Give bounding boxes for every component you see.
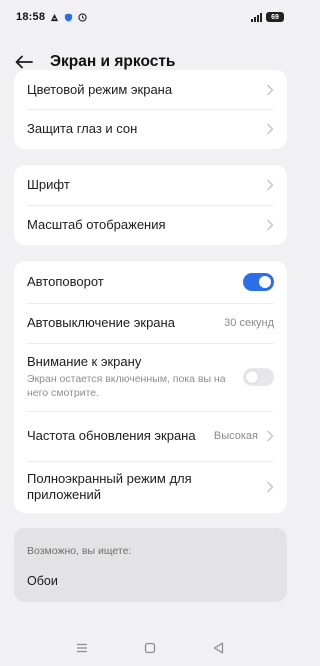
row-label: Защита глаз и сон xyxy=(27,121,138,136)
row-label: Внимание к экрану xyxy=(27,354,142,369)
color-mode-row[interactable]: Цветовой режим экрана xyxy=(14,70,287,109)
chevron-right-icon xyxy=(267,430,274,442)
row-label: Автоповорот xyxy=(27,274,104,289)
home-icon[interactable] xyxy=(136,634,164,662)
row-label: Автовыключение экрана xyxy=(27,315,175,330)
row-label: Масштаб отображения xyxy=(27,217,166,232)
suggestion-wallpaper-link[interactable]: Обои xyxy=(27,574,58,588)
screen-timeout-value: 30 секунд xyxy=(224,317,274,329)
clock-icon xyxy=(78,12,87,22)
chevron-right-icon xyxy=(267,481,274,493)
screen-attention-row[interactable]: Внимание к экрану Экран остается включен… xyxy=(14,343,287,411)
refresh-rate-row[interactable]: Частота обновления экрана Высокая xyxy=(14,411,287,461)
status-bar: 18:58 69 xyxy=(0,0,300,34)
row-label: Цветовой режим экрана xyxy=(27,81,173,97)
chevron-right-icon xyxy=(267,219,274,231)
battery-icon: 69 xyxy=(266,12,284,22)
refresh-rate-value: Высокая xyxy=(213,430,258,442)
status-left: 18:58 xyxy=(16,11,87,23)
toggle-knob xyxy=(246,371,258,383)
toggle-knob xyxy=(259,276,271,288)
display-scale-row[interactable]: Масштаб отображения xyxy=(14,205,287,245)
navigation-bar xyxy=(0,634,300,662)
chevron-right-icon xyxy=(267,84,274,95)
fullscreen-apps-row[interactable]: Полноэкранный режим для приложений xyxy=(14,461,287,513)
chevron-right-icon xyxy=(267,179,274,191)
row-description: Экран остается включенным, пока вы на не… xyxy=(27,373,226,399)
page-title: Экран и яркость xyxy=(50,53,176,70)
screen-attention-toggle[interactable] xyxy=(243,368,274,386)
row-label: Шрифт xyxy=(27,177,70,192)
eye-protection-row[interactable]: Защита глаз и сон xyxy=(14,109,287,149)
signal-icon xyxy=(251,12,262,22)
shield-icon xyxy=(64,12,73,22)
chevron-right-icon xyxy=(267,123,274,135)
battery-level: 69 xyxy=(271,13,279,21)
font-row[interactable]: Шрифт xyxy=(14,165,287,205)
status-right: 69 xyxy=(251,12,284,22)
status-time: 18:58 xyxy=(16,11,46,23)
arrow-left-icon[interactable] xyxy=(14,52,34,72)
auto-rotate-row[interactable]: Автоповорот xyxy=(14,261,287,303)
font-card: Шрифт Масштаб отображения xyxy=(14,165,287,245)
notification-icon xyxy=(50,13,59,22)
suggestions-card: Возможно, вы ищете: Обои xyxy=(14,528,287,602)
auto-rotate-toggle[interactable] xyxy=(243,273,274,291)
row-label: Полноэкранный режим для приложений xyxy=(27,471,192,502)
screen-settings-card: Автоповорот Автовыключение экрана 30 сек… xyxy=(14,261,287,513)
menu-icon[interactable] xyxy=(68,634,96,662)
screen-timeout-row[interactable]: Автовыключение экрана 30 секунд xyxy=(14,303,287,343)
display-options-card: Цветовой режим экрана Защита глаз и сон xyxy=(14,70,287,149)
row-label: Частота обновления экрана xyxy=(27,428,196,443)
row-text: Внимание к экрану Экран остается включен… xyxy=(27,354,235,400)
back-icon[interactable] xyxy=(204,634,232,662)
suggestions-hint: Возможно, вы ищете: xyxy=(27,545,132,557)
